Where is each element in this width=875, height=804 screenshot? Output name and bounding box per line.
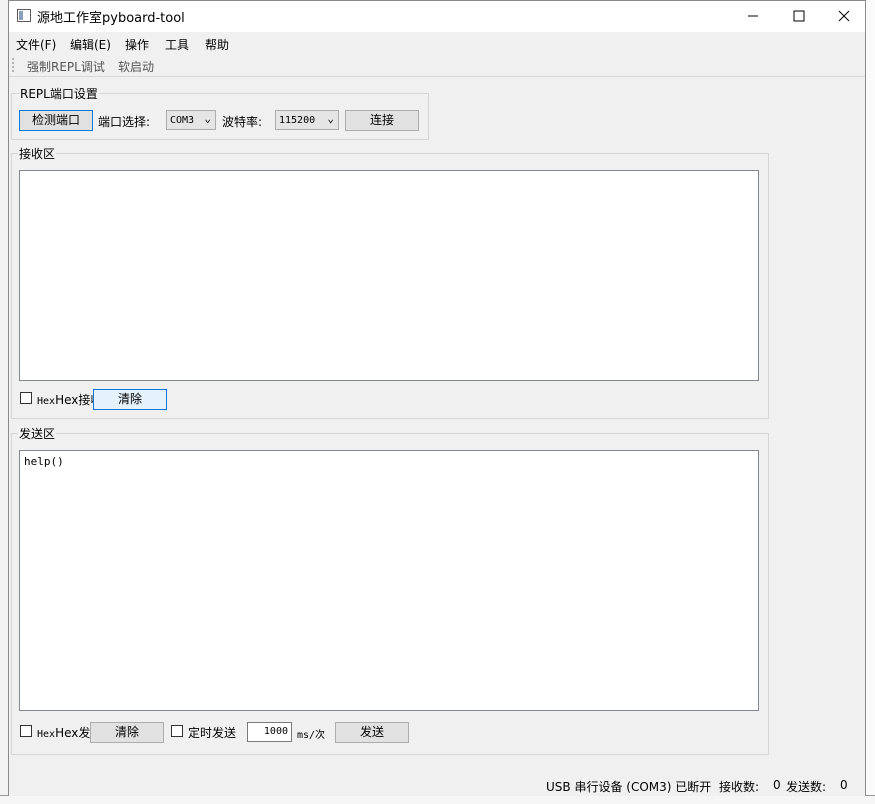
send-text-area[interactable]: help() xyxy=(19,450,759,711)
toolbar-grip[interactable] xyxy=(12,58,16,72)
maximize-icon xyxy=(793,10,805,22)
toolbar: 强制REPL调试 软启动 xyxy=(9,54,865,77)
window-title: 源地工作室pyboard-tool xyxy=(37,11,185,26)
close-button[interactable] xyxy=(821,1,867,31)
menu-tools[interactable]: 工具 xyxy=(165,36,189,53)
send-count: 0 xyxy=(840,778,848,792)
app-window-icon xyxy=(17,9,31,22)
chevron-down-icon: ⌄ xyxy=(204,112,211,125)
port-select[interactable]: COM3 ⌄ xyxy=(166,110,216,130)
send-count-label: 发送数: xyxy=(786,780,827,794)
menu-edit[interactable]: 编辑(E) xyxy=(70,36,111,53)
minimize-icon xyxy=(748,15,758,17)
receive-group-title: 接收区 xyxy=(18,145,57,162)
menu-file[interactable]: 文件(F) xyxy=(16,36,56,53)
status-bar: USB 串行设备 (COM3) 已断开 接收数: 0 发送数: 0 xyxy=(9,774,865,796)
send-group-title: 发送区 xyxy=(18,425,57,442)
soft-reboot-button[interactable]: 软启动 xyxy=(118,58,154,75)
menu-operate[interactable]: 操作 xyxy=(125,36,149,53)
interval-input[interactable]: 1000 xyxy=(247,722,292,742)
interval-unit-label: ms/次 xyxy=(297,730,326,741)
detect-port-button[interactable]: 检测端口 xyxy=(19,110,93,131)
timed-send-checkbox[interactable] xyxy=(171,725,183,737)
minimize-button[interactable] xyxy=(730,1,776,31)
port-select-value: COM3 xyxy=(170,115,195,126)
menu-help[interactable]: 帮助 xyxy=(205,36,229,53)
receive-count: 0 xyxy=(773,778,781,792)
baud-select[interactable]: 115200 ⌄ xyxy=(275,110,339,130)
force-repl-button[interactable]: 强制REPL调试 xyxy=(27,58,105,75)
desktop-background-right xyxy=(867,0,875,803)
menu-bar: 文件(F) 编辑(E) 操作 工具 帮助 xyxy=(9,32,865,54)
close-icon xyxy=(838,10,850,22)
maximize-button[interactable] xyxy=(776,1,822,31)
send-button[interactable]: 发送 xyxy=(335,722,409,743)
timed-send-label: 定时发送 xyxy=(188,726,237,740)
device-status: USB 串行设备 (COM3) 已断开 xyxy=(546,780,712,794)
repl-group-title: REPL端口设置 xyxy=(19,85,99,102)
connect-button[interactable]: 连接 xyxy=(345,110,419,131)
title-bar[interactable]: 源地工作室pyboard-tool xyxy=(9,1,865,32)
baud-select-value: 115200 xyxy=(279,115,316,126)
hex-receive-checkbox[interactable] xyxy=(20,392,32,404)
receive-clear-button[interactable]: 清除 xyxy=(93,389,167,410)
hex-send-checkbox[interactable] xyxy=(20,725,32,737)
port-label: 端口选择: xyxy=(98,115,151,129)
send-clear-button[interactable]: 清除 xyxy=(90,722,164,743)
baud-label: 波特率: xyxy=(222,115,263,129)
receive-text-area[interactable] xyxy=(19,170,759,381)
app-window: 源地工作室pyboard-tool 文件(F) 编辑(E) 操作 工具 帮助 强… xyxy=(8,0,866,796)
chevron-down-icon: ⌄ xyxy=(327,112,334,125)
receive-count-label: 接收数: xyxy=(719,780,760,794)
